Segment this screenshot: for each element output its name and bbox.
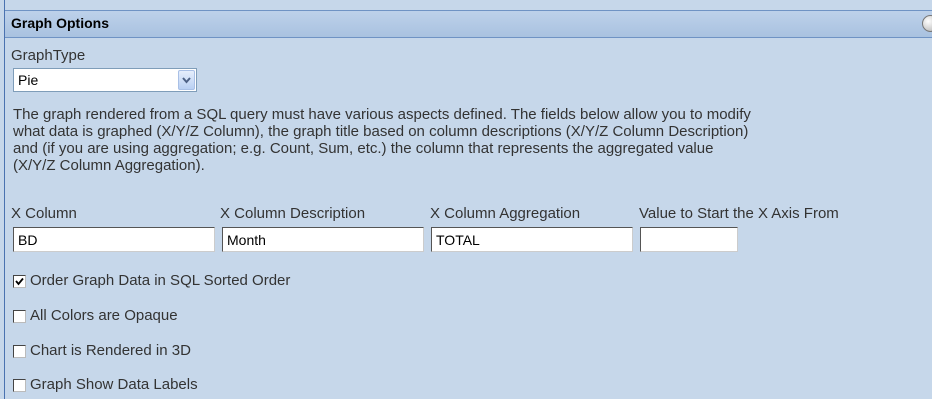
x-column-input[interactable] (13, 227, 215, 252)
x-column-aggregation-input[interactable] (431, 227, 633, 252)
graph-description: The graph rendered from a SQL query must… (13, 106, 931, 174)
data-labels-label: Graph Show Data Labels (30, 376, 198, 393)
panel-title: Graph Options (11, 15, 109, 31)
opaque-colors-label: All Colors are Opaque (30, 307, 178, 324)
graph-type-label: GraphType (11, 47, 86, 64)
chevron-down-icon[interactable] (178, 70, 195, 90)
sorted-order-label: Order Graph Data in SQL Sorted Order (30, 272, 291, 289)
render-3d-checkbox[interactable] (13, 345, 26, 358)
graph-type-select[interactable]: Pie (13, 68, 197, 92)
x-column-aggregation-label: X Column Aggregation (430, 205, 581, 222)
x-axis-start-input[interactable] (640, 227, 738, 252)
render-3d-label: Chart is Rendered in 3D (30, 342, 191, 359)
description-line: and (if you are using aggregation; e.g. … (13, 140, 714, 157)
data-labels-checkbox[interactable] (13, 379, 26, 392)
opaque-colors-checkbox[interactable] (13, 310, 26, 323)
graph-type-value: Pie (18, 72, 39, 88)
graph-options-panel: Graph Options GraphType Pie The graph re… (4, 0, 932, 399)
x-column-description-input[interactable] (222, 227, 424, 252)
x-column-description-label: X Column Description (220, 205, 366, 222)
description-line: The graph rendered from a SQL query must… (13, 106, 751, 123)
collapse-icon[interactable] (922, 15, 932, 32)
sorted-order-checkbox[interactable] (13, 275, 26, 288)
description-line: (X/Y/Z Column Aggregation). (13, 157, 205, 174)
x-axis-start-label: Value to Start the X Axis From (639, 205, 839, 222)
x-column-label: X Column (11, 205, 77, 222)
description-line: what data is graphed (X/Y/Z Column), the… (13, 123, 749, 140)
panel-header: Graph Options (5, 10, 932, 38)
